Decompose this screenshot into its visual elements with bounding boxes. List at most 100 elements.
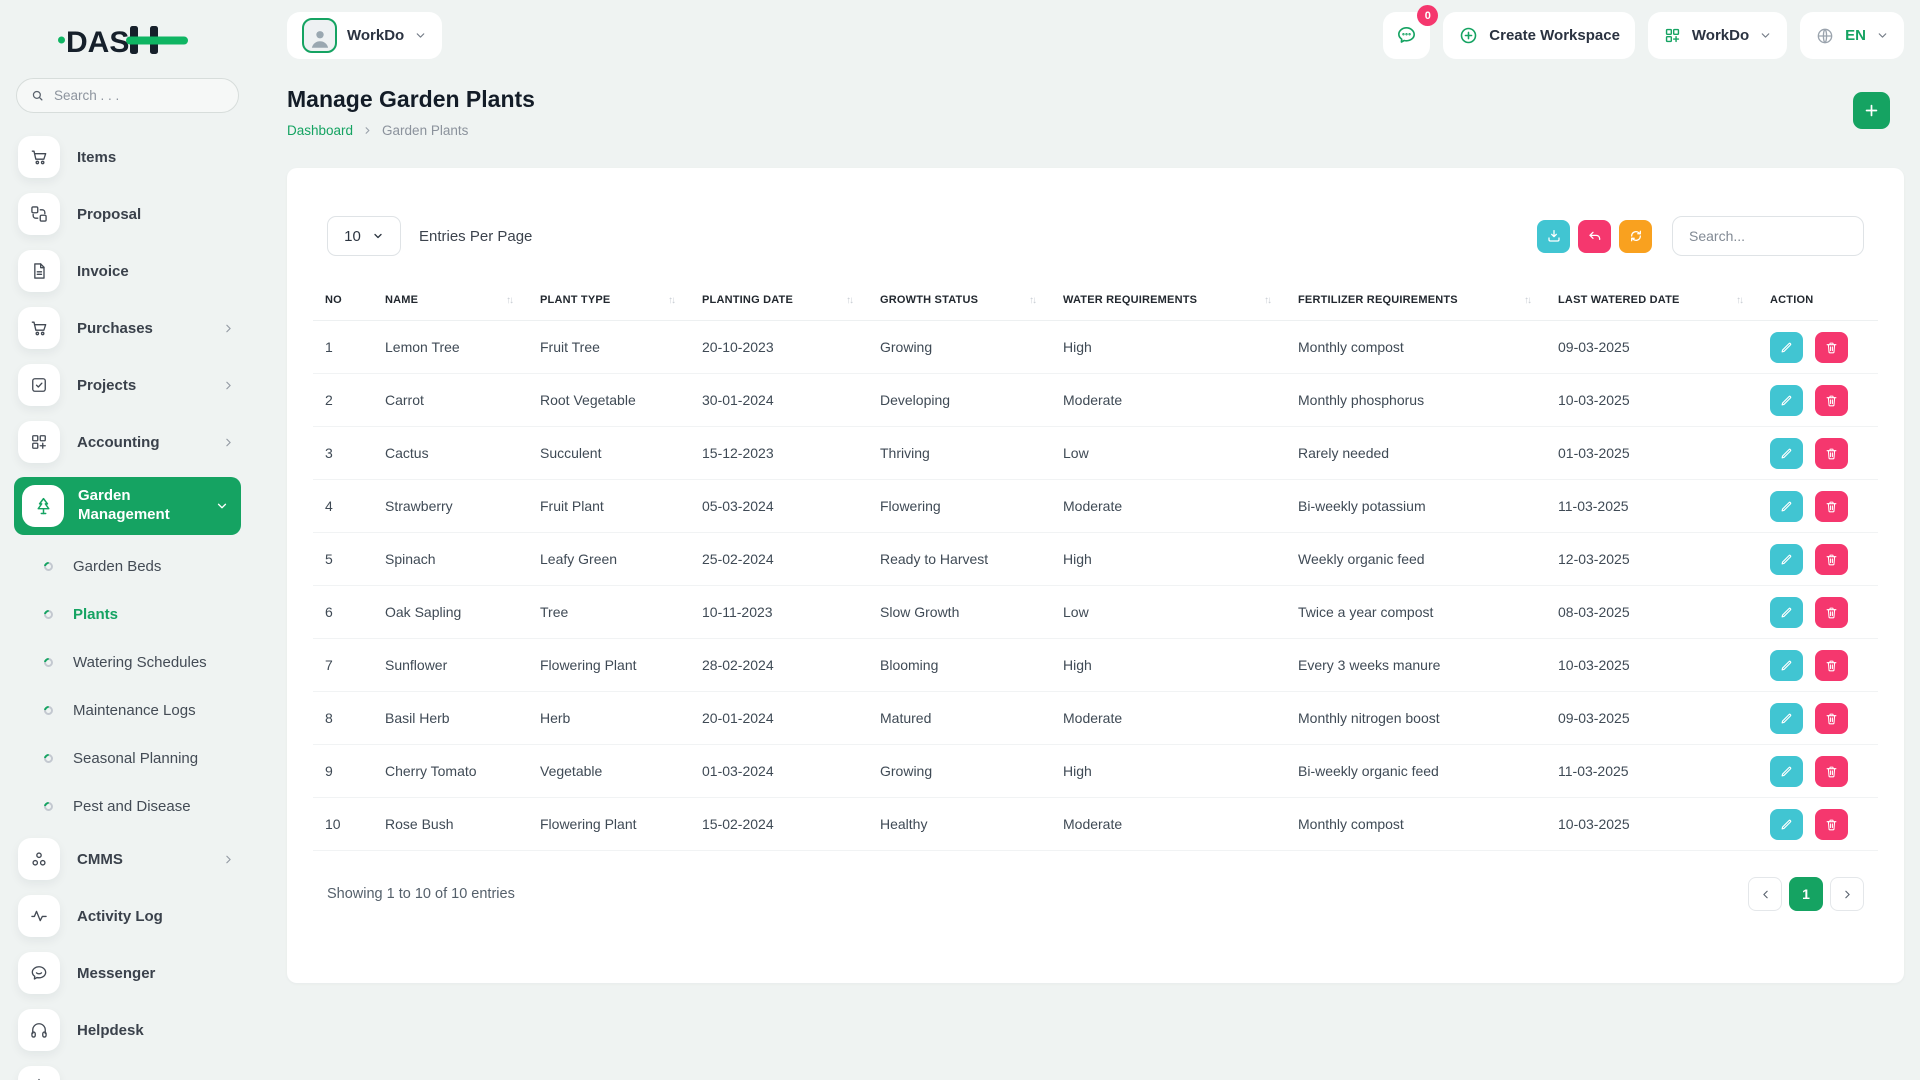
sidebar-item-messenger[interactable]: Messenger (14, 951, 241, 995)
chevron-down-icon (414, 29, 427, 42)
page-title: Manage Garden Plants (287, 86, 535, 113)
next-page-button[interactable] (1830, 877, 1864, 911)
cell-planting-date: 20-01-2024 (702, 710, 774, 726)
sidebar-item-label: Invoice (77, 263, 129, 280)
sort-arrows-icon: ↑↓ (1524, 295, 1530, 306)
sidebar-item-activity-log[interactable]: Activity Log (14, 894, 241, 938)
app-menu-label: WorkDo (1692, 27, 1749, 44)
sidebar-subitem-plants[interactable]: Plants (14, 597, 241, 632)
reset-button[interactable] (1578, 220, 1611, 253)
table-row: 1 Lemon Tree Fruit Tree 20-10-2023 Growi… (313, 321, 1878, 374)
sidebar-item-cmms[interactable]: CMMS (14, 837, 241, 881)
gear-icon (18, 1066, 60, 1080)
edit-button[interactable] (1770, 385, 1803, 416)
edit-button[interactable] (1770, 703, 1803, 734)
sidebar-item-proposal[interactable]: Proposal (14, 192, 241, 236)
edit-button[interactable] (1770, 650, 1803, 681)
sidebar-item-items[interactable]: Items (14, 135, 241, 179)
delete-button[interactable] (1815, 703, 1848, 734)
sidebar-item-accounting[interactable]: Accounting (14, 420, 241, 464)
cell-fertilizer-requirements: Bi-weekly organic feed (1298, 763, 1439, 779)
delete-button[interactable] (1815, 809, 1848, 840)
page-size-select[interactable]: 10 (327, 216, 401, 256)
column-header-plant-type[interactable]: PLANT TYPE↑↓ (528, 286, 690, 321)
refresh-icon (1628, 228, 1644, 244)
invoice-icon (18, 250, 60, 292)
edit-button[interactable] (1770, 809, 1803, 840)
chevron-right-icon (222, 322, 235, 335)
column-header-fertilizer-requirements[interactable]: FERTILIZER REQUIREMENTS↑↓ (1286, 286, 1546, 321)
cell-no: 3 (325, 445, 333, 461)
cell-last-watered-date: 09-03-2025 (1558, 339, 1630, 355)
sidebar-item-invoice[interactable]: Invoice (14, 249, 241, 293)
edit-button[interactable] (1770, 332, 1803, 363)
column-header-name[interactable]: NAME↑↓ (373, 286, 528, 321)
column-header-last-watered-date[interactable]: LAST WATERED DATE↑↓ (1546, 286, 1758, 321)
create-workspace-button[interactable]: Create Workspace (1443, 12, 1635, 59)
proposal-icon (18, 193, 60, 235)
refresh-button[interactable] (1619, 220, 1652, 253)
circles-icon (18, 838, 60, 880)
export-button[interactable] (1537, 220, 1570, 253)
sidebar-item-projects[interactable]: Projects (14, 363, 241, 407)
previous-page-button[interactable] (1748, 877, 1782, 911)
cell-no: 6 (325, 604, 333, 620)
column-header-planting-date[interactable]: PLANTING DATE↑↓ (690, 286, 868, 321)
cell-plant-type: Herb (540, 710, 570, 726)
page-header: Manage Garden Plants Dashboard Garden Pl… (255, 59, 1920, 138)
sidebar-item-garden-management[interactable]: Garden Management (14, 477, 241, 535)
cell-no: 7 (325, 657, 333, 673)
sidebar-subitem-seasonal-planning[interactable]: Seasonal Planning (14, 741, 241, 776)
column-header-growth-status[interactable]: GROWTH STATUS↑↓ (868, 286, 1051, 321)
edit-button[interactable] (1770, 597, 1803, 628)
delete-button[interactable] (1815, 597, 1848, 628)
edit-button[interactable] (1770, 756, 1803, 787)
sidebar-item-settings[interactable]: Settings (14, 1065, 241, 1080)
delete-button[interactable] (1815, 332, 1848, 363)
breadcrumb-dashboard[interactable]: Dashboard (287, 123, 353, 138)
sidebar-item-helpdesk[interactable]: Helpdesk (14, 1008, 241, 1052)
edit-button[interactable] (1770, 491, 1803, 522)
sidebar-subitem-label: Seasonal Planning (73, 750, 198, 767)
plus-circle-icon (1458, 25, 1479, 46)
workspace-selector[interactable]: WorkDo (287, 12, 442, 59)
chat-bubble-icon (18, 952, 60, 994)
current-page-button[interactable]: 1 (1789, 877, 1823, 911)
add-plant-button[interactable] (1853, 92, 1890, 129)
breadcrumb: Dashboard Garden Plants (287, 123, 535, 138)
pencil-icon (1779, 764, 1794, 779)
language-selector[interactable]: EN (1800, 12, 1904, 59)
delete-button[interactable] (1815, 544, 1848, 575)
delete-button[interactable] (1815, 756, 1848, 787)
delete-button[interactable] (1815, 491, 1848, 522)
delete-button[interactable] (1815, 650, 1848, 681)
sidebar-subitem-garden-beds[interactable]: Garden Beds (14, 549, 241, 584)
sort-arrows-icon: ↑↓ (506, 295, 512, 306)
cell-last-watered-date: 09-03-2025 (1558, 710, 1630, 726)
cell-planting-date: 15-02-2024 (702, 816, 774, 832)
table-search-input[interactable] (1672, 216, 1864, 256)
edit-button[interactable] (1770, 544, 1803, 575)
search-icon (30, 88, 45, 103)
table-footer: Showing 1 to 10 of 10 entries 1 (313, 851, 1878, 911)
column-header-water-requirements[interactable]: WATER REQUIREMENTS↑↓ (1051, 286, 1286, 321)
messages-badge: 0 (1417, 5, 1438, 26)
delete-button[interactable] (1815, 385, 1848, 416)
sidebar-search-input[interactable] (54, 88, 204, 103)
sidebar-subitem-maintenance-logs[interactable]: Maintenance Logs (14, 693, 241, 728)
chevron-right-icon (222, 853, 235, 866)
table-header-row: NO NAME↑↓ PLANT TYPE↑↓ PLANTING DATE↑↓ G… (313, 286, 1878, 321)
delete-button[interactable] (1815, 438, 1848, 469)
sidebar-subitem-watering-schedules[interactable]: Watering Schedules (14, 645, 241, 680)
plants-card: 10 Entries Per Page (287, 168, 1904, 983)
sidebar-item-purchases[interactable]: Purchases (14, 306, 241, 350)
cell-planting-date: 15-12-2023 (702, 445, 774, 461)
app-menu-button[interactable]: WorkDo (1648, 12, 1787, 59)
messages-button[interactable]: 0 (1383, 12, 1430, 59)
cell-fertilizer-requirements: Bi-weekly potassium (1298, 498, 1426, 514)
edit-button[interactable] (1770, 438, 1803, 469)
sidebar-subitem-pest-and-disease[interactable]: Pest and Disease (14, 789, 241, 824)
table-row: 8 Basil Herb Herb 20-01-2024 Matured Mod… (313, 692, 1878, 745)
cell-name: Oak Sapling (385, 604, 461, 620)
cell-fertilizer-requirements: Monthly nitrogen boost (1298, 710, 1440, 726)
